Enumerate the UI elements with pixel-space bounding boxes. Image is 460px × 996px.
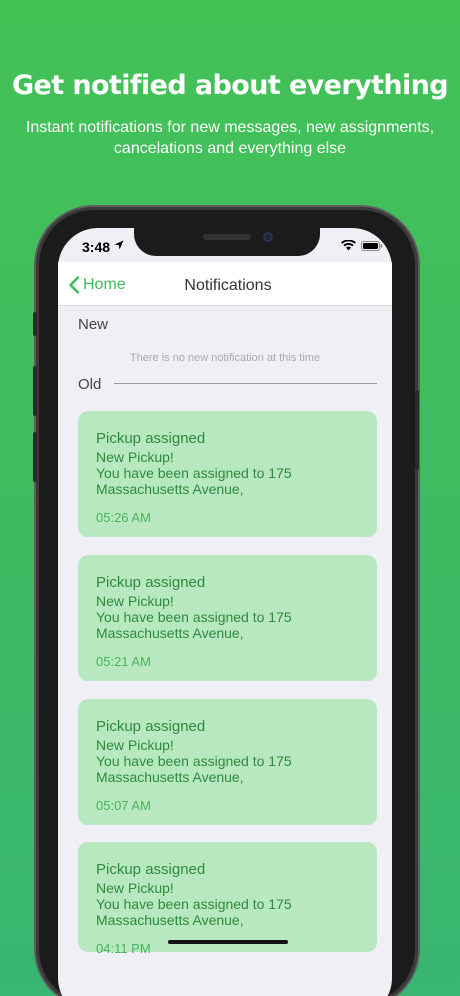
notification-line: Massachusetts Avenue, [96, 481, 244, 497]
notification-card[interactable]: Pickup assigned New Pickup! You have bee… [78, 411, 377, 537]
notification-line: New Pickup! [96, 737, 174, 753]
notification-title: Pickup assigned [96, 430, 206, 447]
speaker [203, 234, 251, 240]
empty-state-message: There is no new notification at this tim… [129, 352, 321, 364]
notification-line: New Pickup! [96, 593, 174, 609]
notification-time: 05:21 AM [96, 654, 151, 669]
notification-body: New Pickup! You have been assigned to 17… [96, 593, 359, 641]
notification-body: New Pickup! You have been assigned to 17… [96, 737, 359, 785]
notification-title: Pickup assigned [96, 718, 206, 735]
notification-card[interactable]: Pickup assigned New Pickup! You have bee… [78, 699, 377, 825]
notification-time: 05:26 AM [96, 510, 151, 525]
camera [263, 232, 273, 242]
phone-volume-up [33, 366, 37, 416]
promo-headline: Get notified about everything [11, 70, 449, 101]
phone-volume-down [33, 432, 37, 482]
notification-line: Massachusetts Avenue, [96, 625, 244, 641]
wifi-icon [341, 240, 356, 251]
notification-line: Massachusetts Avenue, [96, 769, 244, 785]
location-arrow-icon [114, 240, 124, 250]
notification-line: You have been assigned to 175 [96, 609, 292, 625]
promo-subline: Instant notifications for new messages, … [25, 119, 435, 157]
notification-line: You have been assigned to 175 [96, 896, 292, 912]
phone-power-button [415, 390, 419, 470]
notification-body: New Pickup! You have been assigned to 17… [96, 880, 359, 928]
section-old-label: Old [78, 376, 102, 393]
section-divider [114, 383, 377, 384]
notification-card[interactable]: Pickup assigned New Pickup! You have bee… [78, 555, 377, 681]
notification-time: 05:07 AM [96, 798, 151, 813]
status-time: 3:48 [82, 239, 111, 255]
notification-title: Pickup assigned [96, 574, 206, 591]
notification-line: You have been assigned to 175 [96, 753, 292, 769]
phone-side-button [33, 312, 37, 336]
notification-card[interactable]: Pickup assigned New Pickup! You have bee… [78, 842, 377, 956]
home-indicator[interactable] [168, 940, 288, 944]
notification-line: You have been assigned to 175 [96, 465, 292, 481]
notification-title: Pickup assigned [96, 861, 206, 878]
battery-icon [361, 241, 383, 251]
notification-body: New Pickup! You have been assigned to 17… [96, 449, 359, 497]
notification-line: New Pickup! [96, 880, 174, 896]
notification-line: New Pickup! [96, 449, 174, 465]
page-title: Notifications [184, 277, 272, 294]
section-new-label: New [78, 316, 109, 333]
notification-line: Massachusetts Avenue, [96, 912, 244, 928]
